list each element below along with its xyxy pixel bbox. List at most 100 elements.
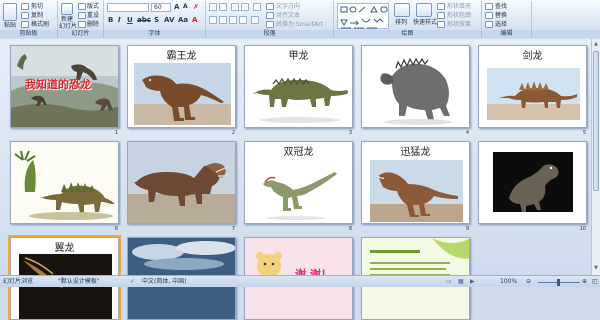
align-text-button[interactable]: 对齐文本 bbox=[276, 12, 300, 19]
paste-icon[interactable] bbox=[3, 3, 17, 21]
font-size-select[interactable]: 60 bbox=[151, 3, 171, 12]
normal-view-icon[interactable]: ▭ bbox=[446, 278, 452, 286]
slide-number-8: 8 bbox=[348, 226, 352, 232]
slide-thumbnail-10[interactable] bbox=[478, 141, 587, 224]
slide-number-5: 5 bbox=[582, 130, 586, 136]
scroll-up-icon[interactable]: ▲ bbox=[593, 41, 599, 47]
slide-thumbnail-9[interactable]: 迅猛龙 bbox=[361, 141, 470, 224]
increase-indent-icon[interactable] bbox=[241, 3, 249, 11]
shadow-icon[interactable]: S bbox=[154, 16, 159, 24]
sorter-view-icon[interactable]: ▦ bbox=[458, 278, 464, 286]
cut-button[interactable]: 剪切 bbox=[31, 3, 43, 10]
language-label: 中文(简体, 中国) bbox=[142, 278, 187, 285]
zoom-out-icon[interactable]: ⊖ bbox=[526, 278, 531, 286]
replace-button[interactable]: 替换 bbox=[495, 12, 507, 19]
text-direction-button[interactable]: 文字方向 bbox=[276, 3, 300, 10]
line-spacing-icon[interactable] bbox=[253, 3, 261, 11]
format-painter-icon bbox=[21, 21, 29, 28]
char-spacing-icon[interactable]: AV bbox=[164, 16, 174, 24]
stegosaurus-image bbox=[11, 142, 118, 223]
slideshow-view-icon[interactable]: ▶ bbox=[470, 278, 475, 286]
new-slide-button-line2[interactable]: 幻灯片 bbox=[59, 23, 77, 30]
underline-icon[interactable]: U bbox=[127, 16, 133, 24]
font-group: 60 A A ✗ B I U abc S AV Aa A bbox=[104, 1, 206, 31]
align-left-icon[interactable] bbox=[209, 16, 217, 24]
bullets-icon[interactable] bbox=[209, 3, 217, 11]
slide-thumbnail-4[interactable] bbox=[361, 45, 470, 128]
numbering-icon[interactable] bbox=[219, 3, 227, 11]
layout-button[interactable]: 版式 bbox=[87, 3, 99, 10]
arrange-button[interactable]: 排列 bbox=[395, 19, 407, 26]
shape-effects-button[interactable]: 形状效果 bbox=[447, 21, 471, 28]
editing-group-label: 编辑 bbox=[482, 30, 532, 38]
find-button[interactable]: 查找 bbox=[495, 3, 507, 10]
shapes-gallery[interactable] bbox=[337, 3, 389, 29]
spellcheck-icon[interactable]: ✓ bbox=[130, 278, 135, 286]
slide-5-title: 剑龙 bbox=[522, 51, 543, 62]
font-color-icon[interactable]: A bbox=[192, 16, 197, 24]
new-slide-icon[interactable] bbox=[61, 3, 73, 15]
smartart-button[interactable]: 转换为 SmartArt bbox=[276, 21, 323, 28]
paste-button[interactable]: 粘贴 bbox=[4, 22, 16, 29]
copy-icon bbox=[21, 12, 29, 19]
triceratops-image bbox=[128, 142, 235, 223]
view-mode-label: 幻灯片浏览 bbox=[3, 278, 34, 285]
decrease-indent-icon[interactable] bbox=[231, 3, 239, 11]
layout-icon bbox=[78, 3, 86, 10]
scroll-down-icon[interactable]: ▼ bbox=[593, 265, 599, 271]
clipboard-group: 粘贴 剪切 复制 格式刷 bbox=[0, 1, 58, 31]
slide-8-title: 双冠龙 bbox=[283, 147, 314, 158]
italic-icon[interactable]: I bbox=[118, 16, 121, 24]
slide-number-7: 7 bbox=[231, 226, 235, 232]
align-center-icon[interactable] bbox=[219, 16, 227, 24]
copy-button[interactable]: 复制 bbox=[31, 12, 43, 19]
align-right-icon[interactable] bbox=[229, 16, 237, 24]
quick-styles-button[interactable]: 快速样式 bbox=[413, 19, 437, 26]
reset-button[interactable]: 重设 bbox=[87, 12, 99, 19]
justify-icon[interactable] bbox=[239, 16, 247, 24]
vertical-scrollbar[interactable]: ▲ ▼ bbox=[591, 39, 600, 275]
slide-number-3: 3 bbox=[348, 130, 352, 136]
slide-thumbnail-1[interactable]: 我知道的恐龙 bbox=[10, 45, 119, 128]
shrink-font-icon[interactable]: A bbox=[183, 3, 188, 11]
delete-icon bbox=[78, 21, 86, 28]
shape-fill-button[interactable]: 形状填充 bbox=[447, 3, 471, 10]
fit-window-icon[interactable]: ◰ bbox=[592, 278, 598, 286]
drawing-group-label: 绘图 bbox=[334, 30, 482, 38]
select-button[interactable]: 选择 bbox=[495, 21, 507, 28]
font-name-select[interactable] bbox=[107, 3, 149, 12]
slide-11-title: 翼龙 bbox=[54, 243, 75, 254]
delete-button[interactable]: 删除 bbox=[87, 21, 99, 28]
theme-name-label: "默认设计模板" bbox=[58, 278, 100, 285]
armored-dinosaur-image bbox=[362, 46, 469, 127]
slide-number-4: 4 bbox=[465, 130, 469, 136]
quick-styles-icon[interactable] bbox=[416, 3, 432, 17]
grow-font-icon[interactable]: A bbox=[174, 3, 179, 11]
slide-thumbnail-7[interactable] bbox=[127, 141, 236, 224]
change-case-icon[interactable]: Aa bbox=[178, 16, 188, 24]
zoom-level[interactable]: 100% bbox=[500, 278, 517, 286]
shape-outline-button[interactable]: 形状轮廓 bbox=[447, 12, 471, 19]
arrange-icon[interactable] bbox=[394, 3, 410, 17]
zoom-in-icon[interactable]: ⊕ bbox=[582, 278, 587, 286]
bold-icon[interactable]: B bbox=[108, 16, 113, 24]
slide-thumbnail-5[interactable]: 剑龙 bbox=[478, 45, 587, 128]
scroll-thumb[interactable] bbox=[593, 51, 599, 191]
drawing-group: 排列 快速样式 形状填充 形状轮廓 形状效果 bbox=[334, 1, 482, 31]
strikethrough-icon[interactable]: abc bbox=[137, 16, 151, 24]
new-slide-button[interactable]: 新建 bbox=[61, 16, 73, 23]
font-group-label: 字体 bbox=[104, 30, 206, 38]
reset-icon bbox=[78, 12, 86, 19]
clear-format-icon[interactable]: ✗ bbox=[193, 3, 199, 11]
shape-fill-icon bbox=[437, 3, 445, 10]
select-icon bbox=[485, 21, 493, 28]
columns-icon[interactable] bbox=[251, 16, 259, 24]
slide-thumbnail-2[interactable]: 霸王龙 bbox=[127, 45, 236, 128]
slide-thumbnail-8[interactable]: 双冠龙 bbox=[244, 141, 353, 224]
slide-thumbnail-3[interactable]: 甲龙 bbox=[244, 45, 353, 128]
format-painter-button[interactable]: 格式刷 bbox=[31, 21, 49, 28]
align-text-icon bbox=[266, 12, 274, 19]
zoom-slider-thumb[interactable] bbox=[557, 279, 560, 286]
slide-number-9: 9 bbox=[465, 226, 469, 232]
slide-thumbnail-6[interactable] bbox=[10, 141, 119, 224]
